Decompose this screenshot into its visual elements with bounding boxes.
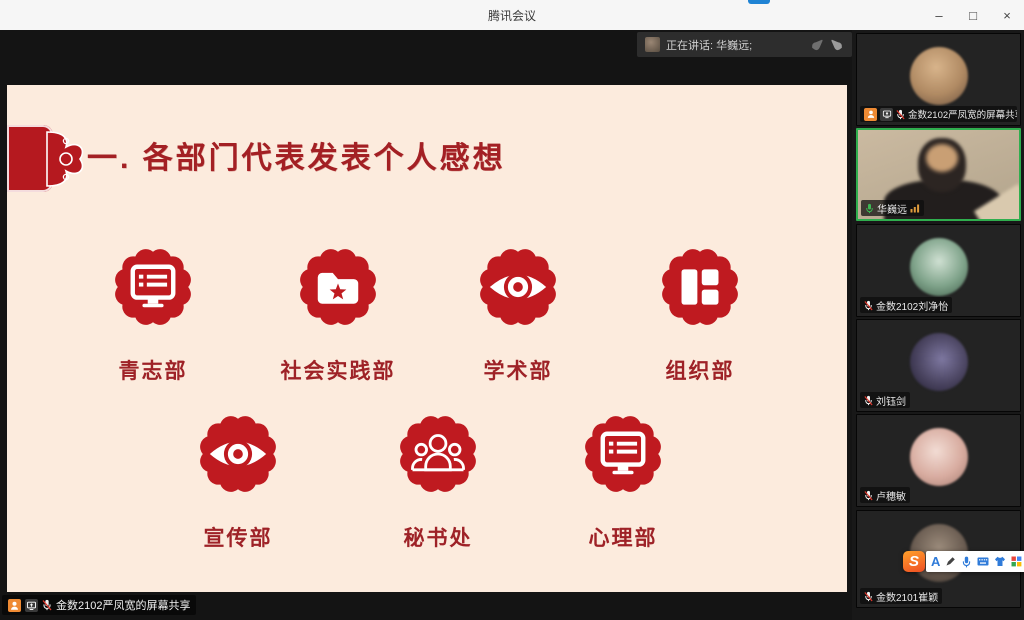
sogou-ime-toolbar: S A [903, 551, 1024, 572]
department-label: 心理部 [589, 522, 658, 552]
department-item: 组织部 [620, 243, 780, 385]
participant-name: 华巍远 [877, 201, 907, 216]
department-item: 宣传部 [158, 410, 318, 552]
monitor-list-icon [109, 243, 197, 331]
mic-muted-icon [864, 300, 873, 311]
participant-tile-speaking[interactable]: 华巍远 [856, 128, 1021, 221]
mic-muted-icon [864, 395, 873, 406]
participant-name-label: 华巍远 [861, 200, 924, 216]
skin-shirt-icon[interactable] [994, 556, 1006, 567]
eye-icon [194, 410, 282, 498]
voice-input-icon[interactable] [961, 556, 972, 568]
share-owner-label: 金数2102严凤宽的屏幕共享 [56, 597, 190, 613]
department-item: 学术部 [438, 243, 598, 385]
department-label: 学术部 [484, 355, 553, 385]
pen-icon[interactable] [945, 556, 956, 567]
volume-level-icon [910, 203, 920, 213]
sogou-logo-icon[interactable]: S [903, 551, 925, 572]
department-item: 社会实践部 [258, 243, 418, 385]
participant-name: 金数2102刘净怡 [876, 298, 948, 313]
participant-name: 卢穗敏 [876, 488, 906, 503]
participant-name-label: 刘钰剑 [860, 392, 910, 408]
mic-muted-icon [42, 599, 52, 611]
mic-muted-icon [896, 109, 905, 120]
input-mode-toggle[interactable]: A [931, 555, 940, 568]
chinese-ornament-icon [45, 128, 89, 190]
department-label: 秘书处 [404, 522, 473, 552]
keyboard-icon[interactable] [977, 556, 989, 567]
eye-icon [474, 243, 562, 331]
screen-share-status-pill: 金数2102严凤宽的屏幕共享 [2, 595, 196, 615]
participant-name: 金数2102严凤宽的屏幕共享 [908, 107, 1017, 121]
avatar [910, 428, 968, 486]
department-label: 社会实践部 [281, 355, 396, 385]
participant-name-label: 卢穗敏 [860, 487, 910, 503]
layout-grid-icon [656, 243, 744, 331]
participant-tile-screen-share[interactable]: 金数2102严凤宽的屏幕共享 [856, 33, 1021, 126]
window-titlebar: 腾讯会议 [0, 0, 1024, 30]
department-label: 青志部 [119, 355, 188, 385]
participant-tile[interactable]: 卢穗敏 [856, 414, 1021, 507]
hand-icon [810, 38, 824, 52]
department-item: 秘书处 [358, 410, 518, 552]
mic-muted-icon [864, 490, 873, 501]
window-controls: – □ × [922, 0, 1024, 30]
speaker-avatar [645, 37, 660, 52]
avatar [910, 47, 968, 105]
participant-tile[interactable]: 金数2102刘净怡 [856, 224, 1021, 317]
top-notch [748, 0, 770, 4]
shared-screen-stage: 正在讲话: 华巍远; 一. 各部门代表发表个人感想 青志部 社会实 [0, 30, 852, 620]
screen-share-icon [880, 108, 893, 121]
department-item: 心理部 [543, 410, 703, 552]
participant-name-label: 金数2101崔颖 [860, 588, 942, 604]
active-speaker-banner: 正在讲话: 华巍远; [637, 32, 852, 57]
participant-name-label: 金数2102严凤宽的屏幕共享 [860, 106, 1017, 122]
folder-star-icon [294, 243, 382, 331]
slide-title: 一. 各部门代表发表个人感想 [87, 133, 506, 177]
hand-icon [830, 38, 844, 52]
presentation-slide: 一. 各部门代表发表个人感想 青志部 社会实践部 学术部 组织部 宣传部 [7, 85, 847, 592]
department-item: 青志部 [73, 243, 233, 385]
reaction-icons [810, 38, 844, 52]
department-label: 宣传部 [204, 522, 273, 552]
participant-name: 金数2101崔颖 [876, 589, 938, 604]
toolbox-grid-icon[interactable] [1011, 556, 1022, 567]
active-speaker-label: 正在讲话: 华巍远; [666, 37, 804, 53]
mic-on-icon [865, 203, 874, 214]
mic-muted-icon [864, 591, 873, 602]
monitor-list-icon [579, 410, 667, 498]
participant-name: 刘钰剑 [876, 393, 906, 408]
participants-sidebar: 金数2102严凤宽的屏幕共享 华巍远 金数2102刘净怡 [852, 30, 1024, 620]
window-title: 腾讯会议 [488, 7, 536, 24]
participant-tile[interactable]: 刘钰剑 [856, 319, 1021, 412]
people-icon [394, 410, 482, 498]
host-badge-icon [864, 108, 877, 121]
department-label: 组织部 [666, 355, 735, 385]
maximize-button[interactable]: □ [956, 0, 990, 30]
screen-share-icon [25, 599, 38, 612]
minimize-button[interactable]: – [922, 0, 956, 30]
avatar [910, 238, 968, 296]
close-button[interactable]: × [990, 0, 1024, 30]
avatar [910, 333, 968, 391]
ime-status-bar: A [926, 551, 1024, 572]
host-badge-icon [8, 599, 21, 612]
tencent-meeting-window: 腾讯会议 – □ × 正在讲话: 华巍远; 一. 各部门代表发表个人感想 [0, 0, 1024, 620]
participant-name-label: 金数2102刘净怡 [860, 297, 952, 313]
